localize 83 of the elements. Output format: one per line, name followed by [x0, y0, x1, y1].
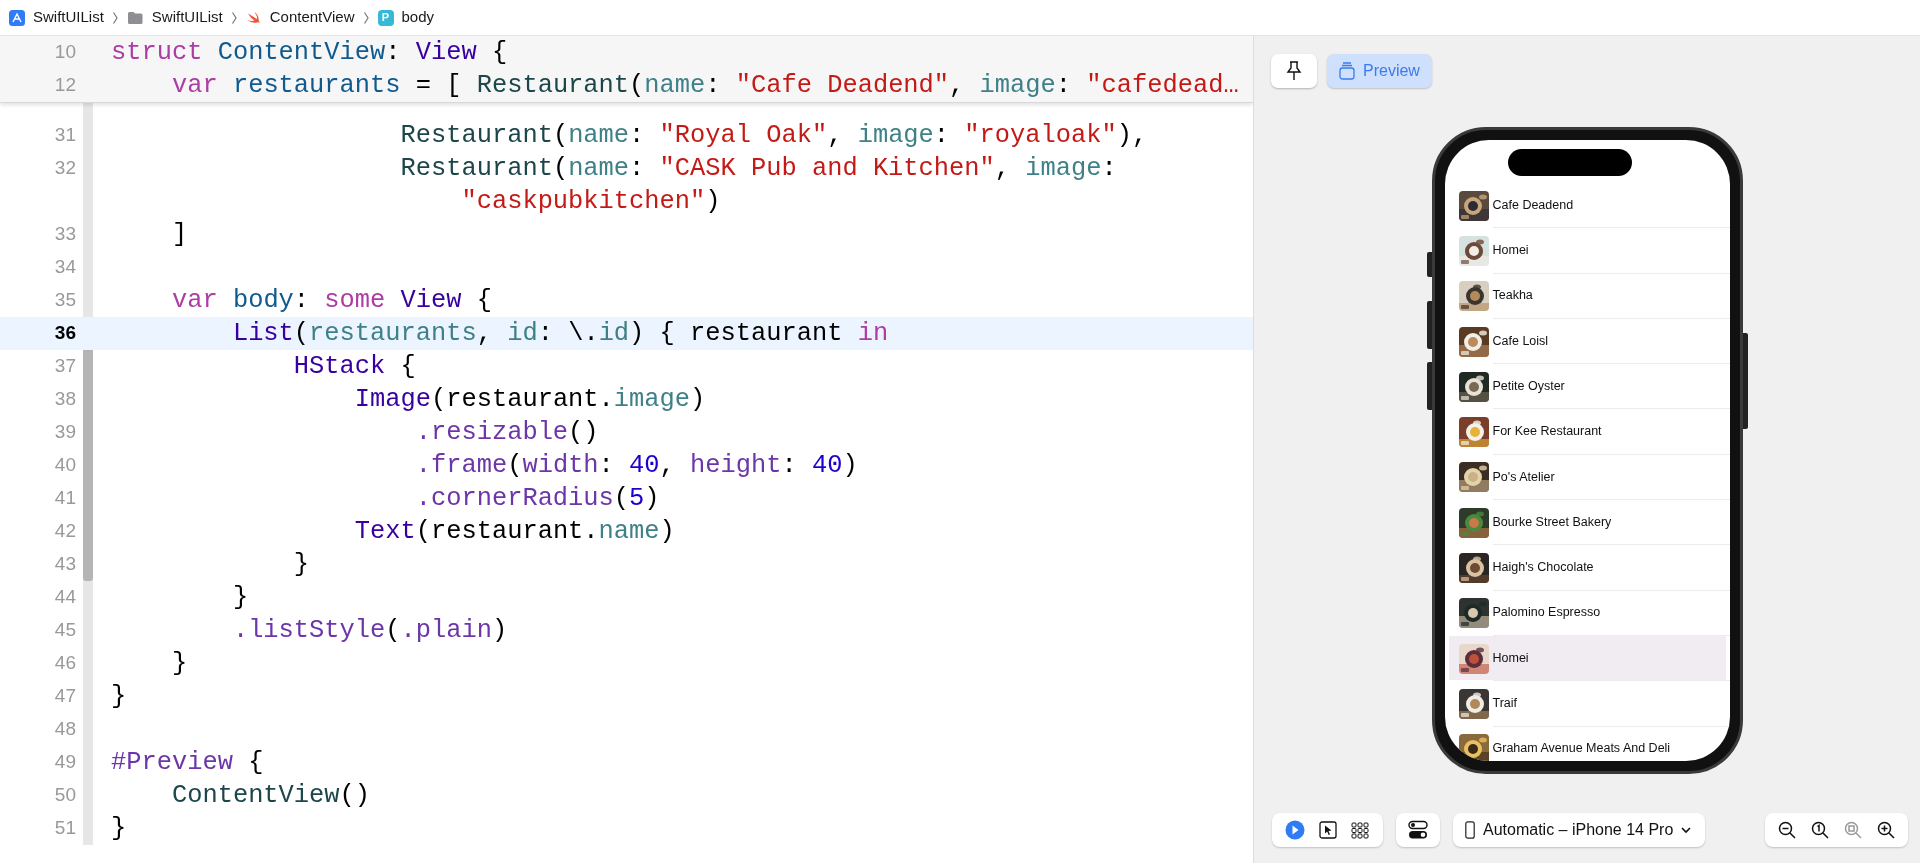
- pin-icon: [1286, 61, 1302, 81]
- restaurant-name: Bourke Street Bakery: [1492, 513, 1612, 531]
- device-dropdown[interactable]: Automatic – iPhone 14 Pro: [1453, 813, 1705, 847]
- code-line: }: [231, 582, 249, 614]
- code-line: .cornerRadius(5): [414, 483, 660, 515]
- restaurant-name: Palomino Espresso: [1492, 604, 1601, 622]
- line-number: 31: [53, 123, 76, 148]
- restaurant-name: Homei: [1492, 242, 1529, 260]
- breadcrumb-item[interactable]: SwiftUIList: [151, 6, 223, 29]
- restaurant-name: Petite Oyster: [1492, 377, 1565, 395]
- line-number: 45: [53, 618, 76, 643]
- restaurant-name: Graham Avenue Meats And Deli: [1492, 740, 1671, 758]
- line-number: 49: [53, 750, 76, 775]
- chevron-down-icon: [1681, 826, 1692, 834]
- line-number: 33: [53, 222, 76, 247]
- line-number: 12: [53, 73, 76, 98]
- line-number: 10: [53, 40, 76, 65]
- code-line: ]: [170, 219, 188, 251]
- breadcrumb-item[interactable]: SwiftUIList: [33, 6, 104, 29]
- code-line: }: [170, 648, 188, 680]
- code-line: struct ContentView: View {: [111, 37, 508, 69]
- property-badge: P: [377, 9, 394, 26]
- code-line: List(restaurants, id: \.id) { restaurant in: [231, 318, 889, 350]
- restaurant-name: Homei: [1492, 649, 1529, 667]
- breadcrumb-item[interactable]: body: [401, 6, 435, 29]
- restaurant-name: Haigh's Chocolate: [1492, 559, 1594, 577]
- restaurant-name: Teakha: [1492, 287, 1533, 305]
- code-line: Image(restaurant.image): [353, 384, 706, 416]
- line-number: 42: [53, 519, 76, 544]
- line-number: 39: [53, 420, 76, 445]
- code-line: "caskpubkitchen"): [460, 186, 721, 218]
- restaurant-name: Cafe Deadend: [1492, 196, 1574, 214]
- line-number: 46: [53, 651, 76, 676]
- line-number: 44: [53, 585, 76, 610]
- folder-icon: [126, 9, 144, 26]
- cursor-icon[interactable]: [1319, 821, 1337, 839]
- restaurant-name: Cafe Loisl: [1492, 332, 1549, 350]
- chevron-right-icon: [111, 10, 119, 25]
- line-number: 41: [53, 486, 76, 511]
- restaurant-name: For Kee Restaurant: [1492, 423, 1602, 441]
- line-number: 34: [53, 255, 76, 280]
- line-number: 35: [53, 288, 76, 313]
- code-line: .listStyle(.plain): [231, 615, 508, 647]
- line-number: 51: [53, 816, 76, 841]
- code-line: .frame(width: 40, height: 40): [414, 450, 858, 482]
- restaurant-name: Po's Atelier: [1492, 468, 1555, 486]
- zoom-in-icon[interactable]: [1876, 821, 1895, 839]
- restaurant-name: Traif: [1492, 695, 1518, 713]
- play-icon[interactable]: [1285, 820, 1305, 840]
- line-number: 38: [53, 387, 76, 412]
- line-number: 40: [53, 453, 76, 478]
- line-number: 50: [53, 783, 76, 808]
- grid-icon[interactable]: [1351, 820, 1370, 840]
- code-line: }: [111, 681, 127, 713]
- code-line: HStack {: [292, 351, 416, 383]
- code-line: .resizable(): [414, 417, 599, 449]
- zoom-actual-icon[interactable]: [1811, 821, 1830, 839]
- line-number: 36: [53, 321, 76, 346]
- code-line: Restaurant(name: "Royal Oak", image: "royaloak"),: [399, 120, 1148, 152]
- line-number: 32: [53, 156, 76, 181]
- stack-icon: [1339, 62, 1355, 80]
- line-number: 43: [53, 552, 76, 577]
- pin-button[interactable]: [1271, 54, 1317, 88]
- settings-button[interactable]: [1396, 813, 1440, 847]
- code-line: }: [292, 549, 310, 581]
- line-number: 48: [53, 717, 76, 742]
- code-line: #Preview {: [111, 747, 264, 779]
- zoom-out-icon[interactable]: [1778, 821, 1797, 839]
- chevron-right-icon: [362, 10, 370, 25]
- line-number: 37: [53, 354, 76, 379]
- zoom-fit-icon[interactable]: [1843, 821, 1862, 839]
- code-line: ContentView(): [170, 780, 371, 812]
- app-icon: [9, 9, 25, 26]
- breadcrumb-item[interactable]: ContentView: [269, 6, 355, 29]
- chevron-right-icon: [230, 10, 238, 25]
- line-number: 47: [53, 684, 76, 709]
- toggle-icon: [1408, 820, 1428, 840]
- code-line: }: [111, 813, 127, 845]
- code-line: Text(restaurant.name): [353, 516, 675, 548]
- code-line: Restaurant(name: "CASK Pub and Kitchen", image:: [399, 153, 1117, 185]
- code-line: var body: some View {: [170, 285, 492, 317]
- code-line: var restaurants = [ Restaurant(name: "Cafe Deadend", image: "cafedead…: [170, 70, 1239, 102]
- phone-icon: [1465, 821, 1475, 839]
